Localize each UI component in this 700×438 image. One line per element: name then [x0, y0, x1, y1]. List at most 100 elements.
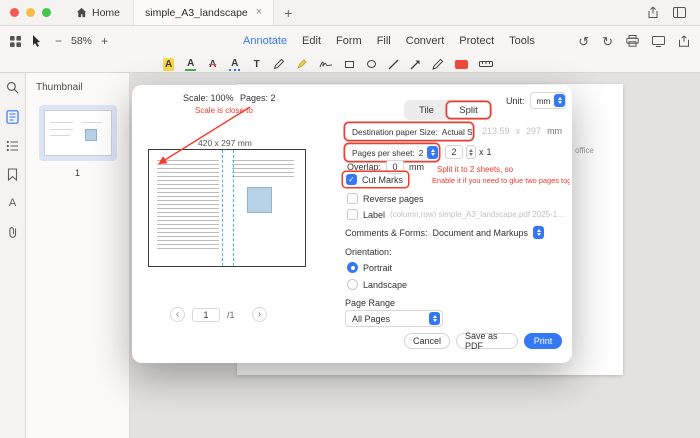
text-strikethrough-icon[interactable]: A — [207, 58, 218, 71]
home-tab-label: Home — [92, 7, 120, 19]
zoom-in-button[interactable]: + — [99, 34, 110, 48]
annotations-panel-icon[interactable]: A — [7, 197, 18, 210]
dropdown-chevron-icon[interactable] — [533, 226, 544, 239]
preview-page-field[interactable]: 1 — [192, 308, 220, 322]
menu-bar: Annotate Edit Form Fill Convert Protect … — [243, 35, 535, 47]
annotation-split-note: Split it to 2 sheets, so — [437, 165, 513, 174]
destination-size-value: Actual Size — [442, 127, 473, 137]
print-button[interactable]: Print — [524, 333, 562, 349]
columns-stepper[interactable] — [466, 145, 476, 159]
menu-tools[interactable]: Tools — [509, 35, 535, 47]
minimize-window-button[interactable] — [26, 8, 35, 17]
close-window-button[interactable] — [10, 8, 19, 17]
freehand-pen-icon[interactable] — [273, 58, 285, 71]
present-screen-icon[interactable] — [652, 36, 665, 47]
menu-edit[interactable]: Edit — [302, 35, 321, 47]
zoom-out-button[interactable]: − — [53, 34, 64, 48]
pages-per-sheet-dropdown[interactable]: Pages per sheet: 2 — [345, 144, 439, 161]
search-icon[interactable] — [6, 81, 19, 94]
sidebar-toggle-icon[interactable] — [673, 7, 686, 18]
app-window: Home simple_A3_landscape × + − 58% + Ann… — [0, 0, 700, 438]
bookmark-panel-icon[interactable] — [7, 168, 18, 181]
tab-home[interactable]: Home — [63, 0, 133, 25]
zoom-window-button[interactable] — [42, 8, 51, 17]
close-tab-icon[interactable]: × — [256, 7, 262, 18]
unit-dropdown[interactable]: mm — [530, 92, 566, 109]
menu-fill[interactable]: Fill — [377, 35, 391, 47]
arrow-shape-icon[interactable] — [410, 58, 421, 71]
annotate-tools-row: A A A A T — [0, 56, 700, 73]
reverse-pages-checkbox[interactable] — [347, 193, 358, 204]
next-page-button[interactable]: › — [252, 307, 267, 322]
menu-annotate[interactable]: Annotate — [243, 35, 287, 47]
orientation-landscape-option[interactable]: Landscape — [347, 279, 407, 290]
menu-protect[interactable]: Protect — [459, 35, 494, 47]
previous-page-button[interactable]: ‹ — [170, 307, 185, 322]
cut-marks-label: Cut Marks — [362, 175, 403, 185]
thumbnail-selected[interactable] — [39, 105, 117, 161]
cut-marks-option[interactable]: ✓ Cut Marks — [343, 172, 408, 187]
cut-marks-checkbox[interactable]: ✓ — [346, 174, 357, 185]
undo-icon[interactable]: ↺ — [578, 35, 589, 48]
dimension-x: x — [516, 126, 521, 136]
attachments-panel-icon[interactable] — [8, 226, 18, 239]
zoom-control: − 58% + — [53, 34, 110, 48]
cancel-button[interactable]: Cancel — [404, 333, 450, 349]
preview-size-label: 420 x 297 mm — [198, 138, 252, 148]
label-checkbox[interactable] — [347, 209, 358, 220]
grid-view-icon[interactable] — [10, 36, 21, 47]
reverse-pages-option[interactable]: Reverse pages — [347, 193, 424, 204]
paper-width-value: 213.59 — [482, 126, 510, 136]
stamp-icon[interactable] — [455, 58, 468, 71]
pencil-icon[interactable] — [432, 58, 444, 71]
orientation-portrait-option[interactable]: Portrait — [347, 262, 392, 273]
menu-form[interactable]: Form — [336, 35, 362, 47]
tab-tile[interactable]: Tile — [406, 102, 447, 118]
page-range-dropdown[interactable]: All Pages — [345, 310, 443, 327]
tab-split[interactable]: Split — [447, 102, 490, 118]
menu-convert[interactable]: Convert — [406, 35, 445, 47]
paper-height-value: 297 — [526, 126, 541, 136]
export-icon[interactable] — [678, 35, 690, 47]
text-insert-icon[interactable]: T — [251, 58, 262, 71]
portrait-radio[interactable] — [347, 262, 358, 273]
rectangle-shape-icon[interactable] — [344, 58, 355, 71]
text-highlight-icon[interactable]: A — [163, 58, 174, 71]
page-preview — [148, 149, 306, 267]
reverse-pages-label: Reverse pages — [363, 194, 424, 204]
grid-columns-field[interactable]: 2 — [445, 145, 463, 159]
zoom-level[interactable]: 58% — [71, 35, 92, 47]
measure-icon[interactable] — [479, 58, 493, 71]
home-icon — [76, 7, 87, 18]
page-thumbnail[interactable] — [44, 110, 112, 156]
window-controls — [0, 8, 63, 17]
sidebar-icon-strip: A — [0, 73, 26, 438]
ellipse-shape-icon[interactable] — [366, 58, 377, 71]
print-icon[interactable] — [626, 35, 639, 47]
annotation-scale-note: Scale is close to — [195, 106, 253, 115]
thumbnails-panel-icon[interactable] — [6, 110, 19, 124]
save-as-pdf-button[interactable]: Save as PDF — [456, 333, 518, 349]
destination-size-dropdown[interactable]: Destination paper Size: Actual Size — [345, 123, 473, 140]
pages-count: Pages: 2 — [240, 93, 276, 103]
page-range-value: All Pages — [352, 314, 390, 324]
label-label: Label — [363, 210, 385, 220]
signature-icon[interactable] — [319, 58, 333, 71]
share-icon[interactable] — [647, 6, 659, 19]
line-shape-icon[interactable] — [388, 58, 399, 71]
new-tab-button[interactable]: + — [274, 5, 302, 21]
thumbnail-panel-title: Thumbnail — [26, 73, 129, 93]
label-option[interactable]: Label (column,row) simple_A3_landscape.p… — [347, 209, 568, 220]
comments-forms-value[interactable]: Document and Markups — [433, 228, 529, 238]
text-underline-icon[interactable]: A — [185, 58, 196, 71]
marker-icon[interactable] — [296, 58, 308, 71]
select-cursor-icon[interactable] — [32, 35, 42, 47]
redo-icon[interactable]: ↻ — [602, 35, 613, 48]
unit-value: mm — [537, 96, 551, 106]
landscape-label: Landscape — [363, 280, 407, 290]
landscape-radio[interactable] — [347, 279, 358, 290]
grid-x-label: x — [479, 147, 484, 157]
tab-document[interactable]: simple_A3_landscape × — [133, 0, 274, 25]
outline-panel-icon[interactable] — [6, 140, 19, 152]
text-squiggly-icon[interactable]: A — [229, 58, 240, 71]
